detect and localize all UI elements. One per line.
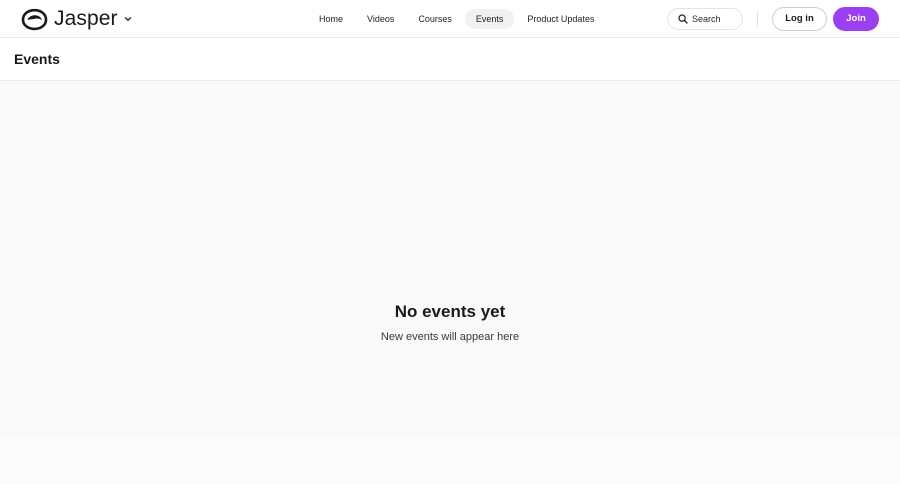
top-navigation-bar: Jasper Home Videos Courses Events Produc… (0, 0, 900, 38)
empty-state: No events yet New events will appear her… (0, 302, 900, 344)
nav-item-product-updates[interactable]: Product Updates (516, 9, 605, 29)
search-icon (678, 14, 688, 24)
login-button[interactable]: Log in (772, 7, 827, 31)
nav-item-home[interactable]: Home (308, 9, 354, 29)
page-header: Events (0, 38, 900, 81)
nav-item-events[interactable]: Events (464, 9, 515, 29)
join-button[interactable]: Join (833, 7, 879, 31)
jasper-logo-icon (21, 8, 48, 30)
chevron-down-icon (124, 17, 131, 21)
empty-state-subtitle: New events will appear here (380, 331, 520, 343)
events-content-area (0, 81, 900, 435)
search-input[interactable]: Search (667, 8, 743, 30)
nav-item-videos[interactable]: Videos (356, 9, 405, 29)
divider (757, 11, 758, 27)
empty-state-title: No events yet (394, 302, 506, 321)
footer-area (0, 435, 900, 484)
brand-name: Jasper (54, 7, 118, 30)
nav-item-courses[interactable]: Courses (407, 9, 463, 29)
main-nav: Home Videos Courses Events Product Updat… (308, 9, 607, 29)
search-placeholder: Search (692, 14, 721, 24)
brand-menu[interactable]: Jasper (21, 7, 132, 31)
page-title: Events (14, 51, 60, 67)
